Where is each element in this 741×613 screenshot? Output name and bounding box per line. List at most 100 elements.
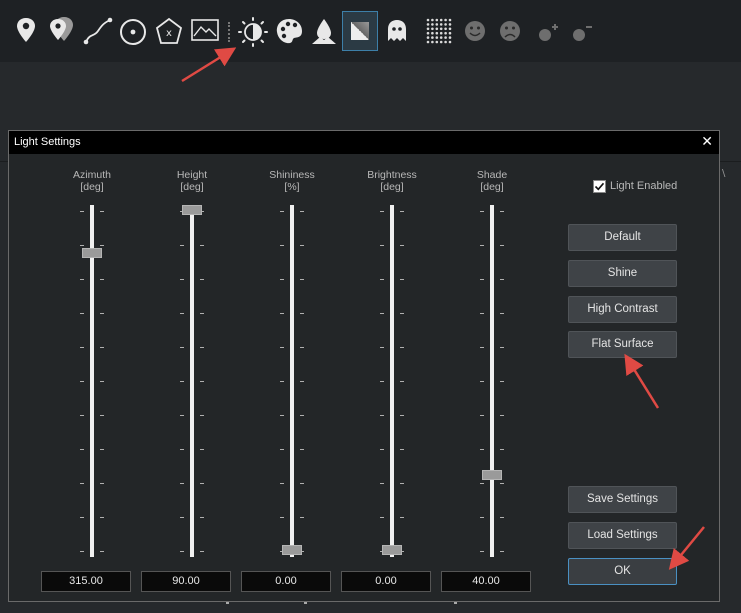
slider-tick — [400, 381, 404, 382]
slider-tick — [500, 279, 504, 280]
zoom-out-dot-icon[interactable] — [564, 11, 600, 51]
slider-tick — [480, 483, 484, 484]
frown-icon[interactable] — [492, 11, 528, 51]
slider-tick — [200, 483, 204, 484]
light-enabled-checkbox[interactable] — [593, 180, 606, 193]
slider-tick — [280, 449, 284, 450]
zoom-in-dot-icon[interactable] — [530, 11, 566, 51]
water-terrain-icon[interactable] — [306, 11, 342, 51]
slider-shade: Shade [deg] 40.00 — [441, 169, 537, 592]
slider-tick — [300, 279, 304, 280]
slider-tick — [480, 517, 484, 518]
slider-tick — [380, 415, 384, 416]
slider-tick — [200, 279, 204, 280]
load-settings-button[interactable]: Load Settings — [568, 522, 677, 549]
slider-thumb[interactable] — [82, 248, 102, 258]
grid-dots-icon[interactable] — [421, 11, 457, 51]
slider-tick — [400, 313, 404, 314]
slider-value-field[interactable]: 0.00 — [241, 571, 331, 592]
slider-tick — [80, 381, 84, 382]
palette-icon[interactable] — [271, 11, 307, 51]
default-button[interactable]: Default — [568, 224, 677, 251]
slider-tick — [500, 551, 504, 552]
slider-tick — [280, 381, 284, 382]
flat-surface-button[interactable]: Flat Surface — [568, 331, 677, 358]
high-contrast-button[interactable]: High Contrast — [568, 296, 677, 323]
slider-tick — [80, 211, 84, 212]
slider-tick — [80, 279, 84, 280]
slider-value-field[interactable]: 40.00 — [441, 571, 531, 592]
slider-value-field[interactable]: 90.00 — [141, 571, 231, 592]
slider-tick — [200, 517, 204, 518]
slider-track[interactable] — [290, 205, 294, 557]
slider-tick — [500, 211, 504, 212]
pentagon-x-icon[interactable]: x — [151, 11, 187, 51]
close-icon[interactable]: ✕ — [701, 134, 713, 150]
slider-tick — [400, 449, 404, 450]
check-icon — [594, 182, 605, 191]
slider-tick — [280, 313, 284, 314]
slider-tick — [180, 415, 184, 416]
slider-value-field[interactable]: 0.00 — [341, 571, 431, 592]
svg-text:x: x — [166, 28, 172, 39]
slider-tick — [480, 381, 484, 382]
slider-label: Shininess [%] — [247, 169, 337, 193]
slider-name: Shade — [476, 169, 508, 181]
light-settings-icon[interactable] — [234, 11, 270, 51]
slider-tick — [200, 381, 204, 382]
toolbar: x — [0, 0, 741, 62]
location-pin-icon[interactable] — [8, 11, 44, 51]
slider-tick — [380, 517, 384, 518]
multiple-pins-icon[interactable] — [42, 11, 78, 51]
smiley-icon[interactable] — [457, 11, 493, 51]
slider-name: Brightness — [367, 169, 417, 181]
slider-value-field[interactable]: 315.00 — [41, 571, 131, 592]
slider-tick — [280, 517, 284, 518]
slider-tick — [180, 449, 184, 450]
slider-tick — [200, 347, 204, 348]
shading-square-icon[interactable] — [342, 11, 378, 51]
slider-tick — [500, 347, 504, 348]
slider-tick — [100, 483, 104, 484]
slider-thumb[interactable] — [482, 470, 502, 480]
shine-button[interactable]: Shine — [568, 260, 677, 287]
slider-tick — [300, 415, 304, 416]
slider-tick — [180, 347, 184, 348]
slider-tick — [100, 211, 104, 212]
ghost-icon[interactable] — [379, 11, 415, 51]
slider-tick — [280, 211, 284, 212]
slider-label: Height [deg] — [147, 169, 237, 193]
ok-button[interactable]: OK — [568, 558, 677, 585]
slider-tick — [100, 245, 104, 246]
slider-thumb[interactable] — [382, 545, 402, 555]
path-curve-icon[interactable] — [80, 11, 116, 51]
slider-thumb[interactable] — [182, 205, 202, 215]
dialog-titlebar[interactable]: Light Settings ✕ — [9, 131, 719, 154]
profile-frame-icon[interactable] — [187, 11, 223, 51]
slider-tick — [100, 381, 104, 382]
slider-tick — [380, 347, 384, 348]
slider-label: Brightness [deg] — [347, 169, 437, 193]
slider-track[interactable] — [190, 205, 194, 557]
save-settings-button[interactable]: Save Settings — [568, 486, 677, 513]
slider-height: Height [deg] 90.00 — [141, 169, 237, 592]
slider-name: Height — [176, 169, 208, 181]
slider-tick — [300, 347, 304, 348]
slider-tick — [100, 313, 104, 314]
slider-tick — [480, 415, 484, 416]
slider-tick — [80, 551, 84, 552]
slider-tick — [280, 347, 284, 348]
slider-tick — [380, 483, 384, 484]
slider-tick — [80, 415, 84, 416]
slider-thumb[interactable] — [282, 545, 302, 555]
slider-tick — [180, 245, 184, 246]
slider-tick — [280, 483, 284, 484]
slider-tick — [300, 449, 304, 450]
slider-track[interactable] — [490, 205, 494, 557]
slider-track[interactable] — [390, 205, 394, 557]
slider-tick — [500, 245, 504, 246]
slider-tick — [500, 381, 504, 382]
slider-tick — [400, 517, 404, 518]
slider-label: Shade [deg] — [447, 169, 537, 193]
circle-point-icon[interactable] — [115, 11, 151, 51]
